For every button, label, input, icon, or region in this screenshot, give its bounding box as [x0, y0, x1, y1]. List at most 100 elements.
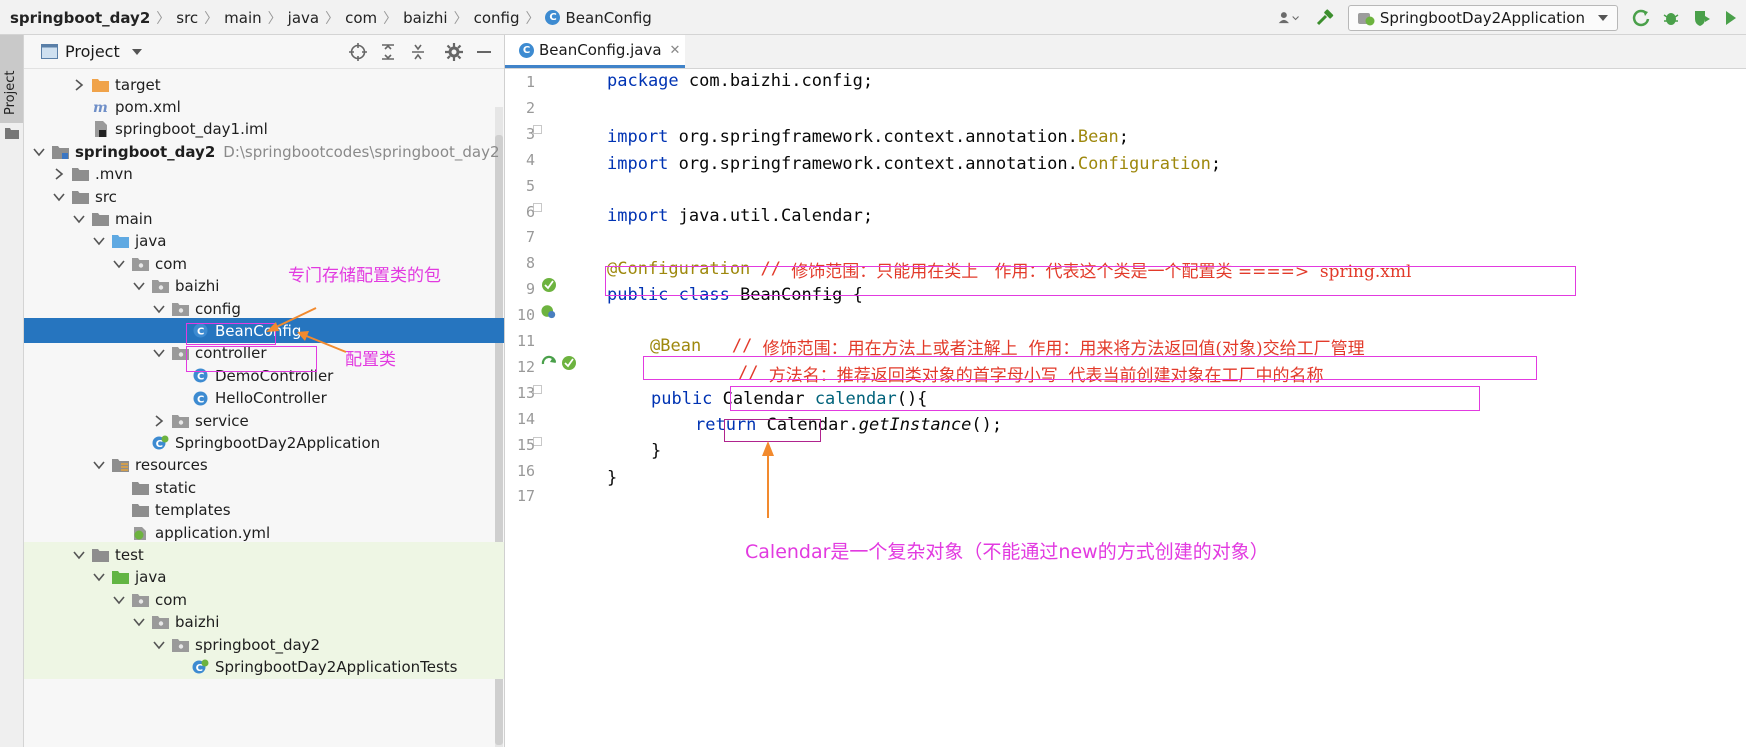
run-configuration-select[interactable]: SpringbootDay2Application: [1347, 4, 1618, 31]
chevron-down-icon[interactable]: [92, 458, 106, 472]
tree-item[interactable]: C HelloController: [24, 386, 504, 411]
chevron-right-icon[interactable]: [152, 414, 166, 428]
code-token: }: [607, 468, 618, 488]
breadcrumb-separator-icon: 〉: [156, 10, 171, 27]
breadcrumb-item[interactable]: java: [288, 9, 319, 27]
chevron-down-icon[interactable]: [152, 346, 166, 360]
bean-annotation-highlight-box: [643, 356, 1537, 380]
breadcrumb-item[interactable]: springboot_day2: [10, 9, 150, 27]
breadcrumb-item[interactable]: main: [224, 9, 261, 27]
chevron-down-icon[interactable]: [92, 234, 106, 248]
tree-item-label: test: [115, 545, 144, 564]
spring-bean-navigate-gutter-icon[interactable]: [541, 355, 557, 371]
chevron-down-icon[interactable]: [92, 570, 106, 584]
tree-item[interactable]: java: [24, 564, 504, 590]
svg-text:C: C: [196, 663, 203, 674]
user-account-icon[interactable]: [1278, 7, 1300, 29]
tree-item[interactable]: application.yml: [24, 520, 504, 545]
line-number: 17: [516, 487, 535, 506]
breadcrumb-item[interactable]: C BeanConfig: [545, 9, 652, 27]
more-run-options-icon[interactable]: [1720, 7, 1742, 29]
spring-bean-config-gutter-icon[interactable]: [541, 277, 557, 293]
chevron-right-icon[interactable]: [52, 167, 66, 181]
spring-class-icon: C: [152, 435, 169, 450]
code-line-16: }: [607, 464, 617, 492]
spring-run-gutter-icon[interactable]: [541, 303, 557, 319]
package-icon: [172, 413, 189, 428]
tree-item[interactable]: springboot_day2: [24, 632, 504, 657]
code-token: ;: [1210, 154, 1222, 174]
project-tool-window-tab[interactable]: Project: [0, 35, 23, 139]
coverage-shield-icon[interactable]: [1690, 7, 1712, 29]
breadcrumb-label: config: [473, 8, 520, 27]
chevron-down-icon[interactable]: [112, 257, 126, 271]
tree-item[interactable]: baizhi: [24, 609, 504, 635]
folder-icon: [5, 128, 19, 139]
project-panel-title: Project: [65, 42, 120, 61]
editor-tab-bar: C BeanConfig.java ✕: [505, 35, 1746, 69]
tree-item-label: pom.xml: [115, 97, 181, 116]
rerun-icon[interactable]: [1630, 7, 1652, 29]
tree-item[interactable]: service: [24, 408, 504, 433]
line-number: 3: [525, 124, 535, 143]
tree-item[interactable]: C SpringbootDay2Application: [24, 430, 504, 455]
tree-item[interactable]: java: [24, 229, 504, 254]
tree-item[interactable]: test: [24, 542, 504, 568]
code-line-4: import org.springframework.context.annot…: [607, 150, 1221, 178]
tree-item[interactable]: target: [24, 72, 504, 97]
tree-item[interactable]: springboot_day1.iml: [24, 117, 504, 142]
tree-item[interactable]: C SpringbootDay2ApplicationTests: [24, 654, 504, 680]
breadcrumb-item[interactable]: config: [474, 9, 520, 27]
tree-item[interactable]: src: [24, 184, 504, 209]
tree-item-label: java: [135, 568, 167, 587]
tab-beanconfig-java[interactable]: C BeanConfig.java ✕: [505, 35, 685, 68]
tree-item[interactable]: templates: [24, 498, 504, 523]
tree-item[interactable]: resources: [24, 453, 504, 478]
chevron-down-icon[interactable]: [52, 190, 66, 204]
breadcrumb-separator-icon: 〉: [204, 10, 219, 27]
package-icon: [172, 301, 189, 316]
tree-item[interactable]: .mvn: [24, 162, 504, 187]
spring-yml-icon: [132, 525, 149, 540]
debug-bug-icon[interactable]: [1660, 7, 1682, 29]
code-token: Bean: [1077, 127, 1119, 147]
calendar-type-highlight-box: [724, 419, 821, 442]
tree-item-label: SpringbootDay2ApplicationTests: [215, 657, 458, 676]
code-editor[interactable]: package com.baizhi.config; import org.sp…: [600, 69, 1746, 747]
locate-target-icon[interactable]: [347, 41, 369, 63]
chevron-down-icon[interactable]: [72, 212, 86, 226]
tree-item-label: baizhi: [175, 277, 220, 296]
close-tab-icon[interactable]: ✕: [670, 43, 681, 58]
breadcrumb-item[interactable]: src: [176, 9, 198, 27]
collapse-all-icon[interactable]: [407, 41, 429, 63]
breadcrumb-item[interactable]: com: [345, 9, 377, 27]
project-view-selector[interactable]: Project: [41, 42, 143, 61]
tree-item-label: static: [155, 478, 197, 497]
package-icon: [132, 256, 149, 271]
tree-item[interactable]: com: [24, 587, 504, 613]
gear-icon[interactable]: [443, 41, 465, 63]
chevron-down-icon[interactable]: [132, 279, 146, 293]
tree-item[interactable]: m pom.xml: [24, 94, 504, 119]
chevron-down-icon[interactable]: [72, 548, 86, 562]
code-token: package: [607, 71, 679, 91]
build-hammer-icon[interactable]: [1314, 7, 1336, 29]
package-icon: [152, 279, 169, 294]
tree-item-label: com: [155, 254, 188, 273]
module-path: D:\springbootcodes\springboot_day2: [223, 142, 500, 161]
expand-all-icon[interactable]: [377, 41, 399, 63]
chevron-down-icon[interactable]: [112, 593, 126, 607]
code-token: import: [607, 127, 669, 147]
chevron-down-icon[interactable]: [152, 302, 166, 316]
chevron-down-icon[interactable]: [152, 638, 166, 652]
tree-item[interactable]: main: [24, 206, 504, 231]
chevron-right-icon[interactable]: [72, 78, 86, 92]
hide-panel-icon[interactable]: [473, 41, 495, 63]
chevron-down-icon[interactable]: [132, 615, 146, 629]
breadcrumb-item[interactable]: baizhi: [403, 9, 447, 27]
tree-item[interactable]: springboot_day2 D:\springbootcodes\spring…: [24, 139, 504, 164]
spring-bean-gutter-icon[interactable]: [561, 355, 577, 371]
tree-item[interactable]: static: [24, 475, 504, 500]
line-number: 4: [525, 150, 535, 169]
chevron-down-icon[interactable]: [32, 145, 46, 159]
